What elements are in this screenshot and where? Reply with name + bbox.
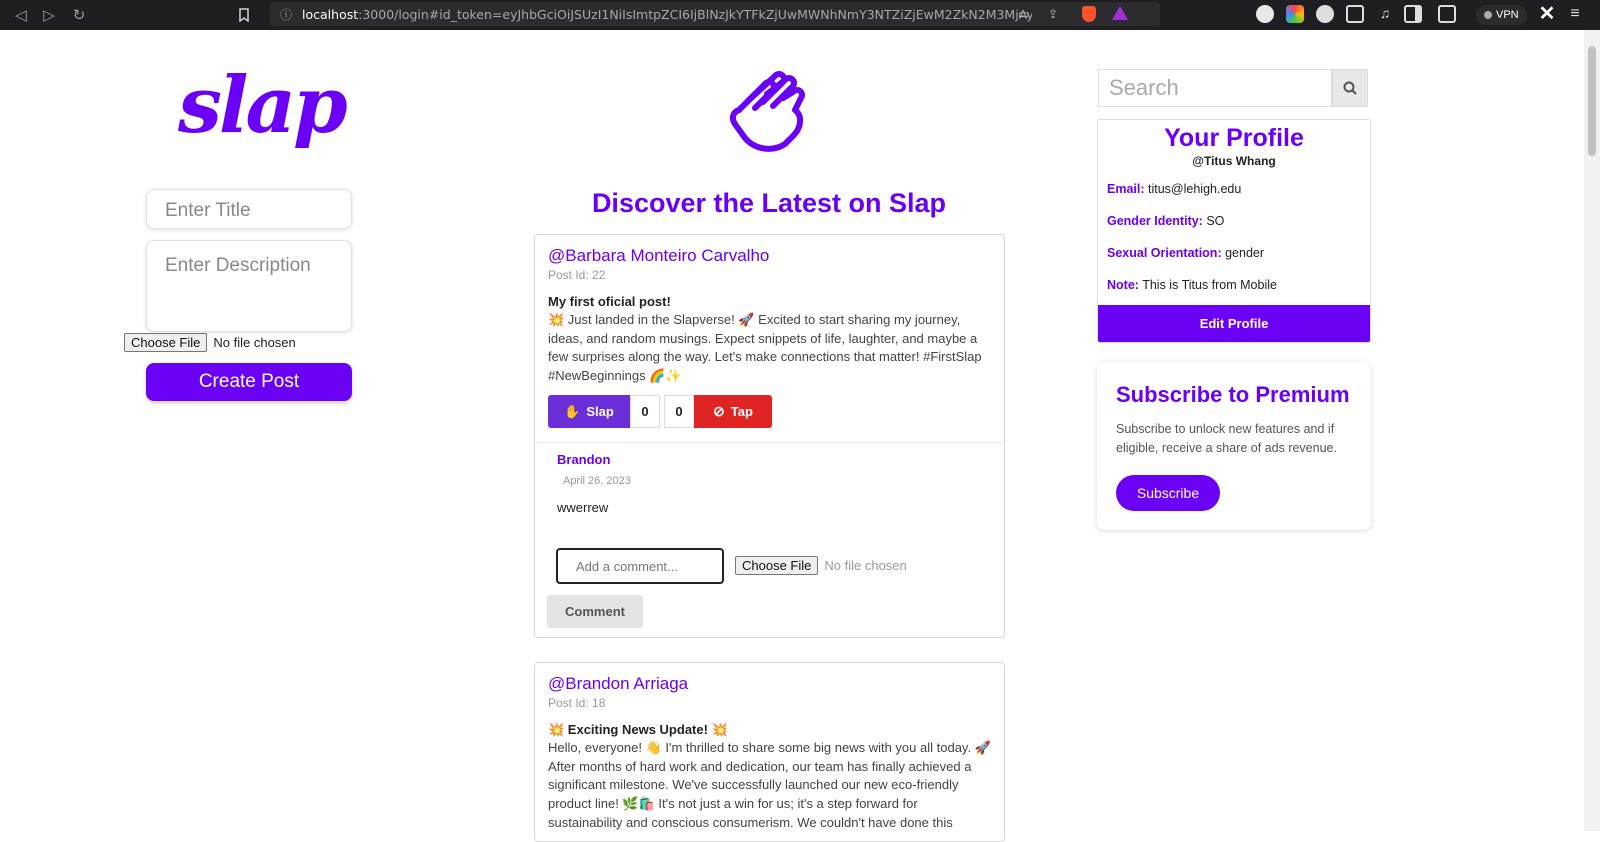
cast-icon[interactable]: ▭ (1018, 7, 1029, 21)
media-icon[interactable]: ♫ (1376, 5, 1394, 23)
divider (535, 442, 1004, 443)
comment-input[interactable]: Add a comment... (556, 548, 724, 584)
app-x-icon[interactable]: ✕ (1538, 4, 1556, 24)
profile-title: Your Profile (1164, 124, 1304, 152)
tap-button[interactable]: ⊘ Tap (694, 395, 772, 428)
file-status: No file chosen (213, 335, 296, 350)
comment-file-picker: Choose File No file chosen (735, 556, 907, 575)
ban-icon: ⊘ (713, 403, 725, 419)
choose-file-button[interactable]: Choose File (124, 333, 208, 352)
back-icon[interactable]: ◁ (10, 4, 32, 26)
sidebar-icon[interactable] (1404, 5, 1422, 23)
subscribe-button[interactable]: Subscribe (1116, 475, 1220, 511)
post-card: @Barbara Monteiro Carvalho Post Id: 22 M… (534, 234, 1005, 638)
post-body: 💥 Just landed in the Slapverse! 🚀 Excite… (548, 312, 982, 384)
post-description-input[interactable]: Enter Description (146, 240, 352, 332)
reload-icon[interactable]: ↻ (68, 4, 90, 26)
reaction-bar: ✋ Slap 0 0 ⊘ Tap (548, 395, 772, 428)
search-input[interactable]: Search (1098, 69, 1332, 107)
profile-gender-identity: Gender Identity: SO (1107, 214, 1225, 228)
profile-sexual-orientation: Sexual Orientation: gender (1107, 246, 1265, 260)
wallet-icon[interactable] (1438, 5, 1456, 23)
extension-list-icon[interactable] (1316, 5, 1334, 23)
slap-count: 0 (630, 395, 660, 428)
post-id: Post Id: 18 (548, 696, 606, 710)
premium-card: Subscribe to Premium Subscribe to unlock… (1097, 362, 1371, 530)
premium-title: Subscribe to Premium (1116, 382, 1350, 407)
search-bar: Search (1098, 69, 1368, 107)
tap-count: 0 (664, 395, 694, 428)
search-button[interactable] (1332, 69, 1368, 107)
edit-profile-button[interactable]: Edit Profile (1098, 305, 1370, 342)
post-title: 💥 Exciting News Update! 💥 (548, 722, 728, 737)
create-post-button[interactable]: Create Post (146, 363, 352, 401)
vpn-button[interactable]: VPN (1476, 5, 1527, 25)
post-title-input[interactable]: Enter Title (146, 189, 352, 229)
menu-icon[interactable]: ≡ (1566, 5, 1584, 23)
profile-email: Email: titus@lehigh.edu (1107, 182, 1242, 196)
brave-rewards-icon[interactable] (1112, 6, 1128, 20)
post-file-picker: Choose File No file chosen (124, 333, 296, 352)
forward-icon[interactable]: ▷ (38, 4, 60, 26)
profile-card: Your Profile @Titus Whang Email: titus@l… (1097, 119, 1371, 343)
post-title: My first oficial post! (548, 294, 671, 309)
post-author[interactable]: @Barbara Monteiro Carvalho (548, 246, 769, 266)
profile-handle: @Titus Whang (1192, 154, 1276, 168)
page-scrollbar[interactable] (1584, 30, 1600, 831)
premium-description: Subscribe to unlock new features and if … (1116, 422, 1337, 455)
comment-date: April 26, 2023 (563, 475, 631, 487)
site-info-icon[interactable]: ⓘ (280, 6, 292, 23)
comment-button[interactable]: Comment (547, 595, 643, 628)
hand-wave-icon (729, 71, 805, 152)
comment-author[interactable]: Brandon (557, 452, 610, 467)
profile-note: Note: This is Titus from Mobile (1107, 278, 1277, 292)
extension-color-icon[interactable] (1286, 5, 1304, 23)
hand-icon: ✋ (564, 403, 581, 419)
comment-file-status: No file chosen (824, 558, 907, 573)
scrollbar-thumb[interactable] (1588, 46, 1596, 156)
slap-button[interactable]: ✋ Slap (548, 395, 630, 428)
browser-toolbar: ◁ ▷ ↻ ⓘ localhost:3000/login#id_token=ey… (0, 0, 1600, 30)
extension-w-icon[interactable] (1256, 5, 1274, 23)
comment-choose-file-button[interactable]: Choose File (735, 556, 819, 575)
vpn-status-icon (1484, 11, 1492, 19)
slap-logo: slap (178, 60, 348, 151)
brave-shield-icon[interactable] (1082, 6, 1096, 22)
feed-heading: Discover the Latest on Slap (591, 188, 947, 218)
address-bar[interactable]: ⓘ localhost:3000/login#id_token=eyJhbGci… (270, 2, 1160, 26)
post-body: Hello, everyone! 👋 I'm thrilled to share… (548, 740, 991, 830)
bookmark-icon[interactable] (233, 4, 255, 26)
url-text: localhost:3000/login#id_token=eyJhbGciOi… (302, 6, 1033, 22)
extensions-puzzle-icon[interactable] (1346, 5, 1364, 23)
post-id: Post Id: 22 (548, 268, 606, 282)
search-icon (1343, 81, 1357, 95)
comment-text: wwerrew (557, 500, 609, 515)
post-card: @Brandon Arriaga Post Id: 18 💥 Exciting … (534, 662, 1005, 842)
share-icon[interactable]: ⇪ (1048, 7, 1058, 21)
post-author[interactable]: @Brandon Arriaga (548, 674, 688, 694)
